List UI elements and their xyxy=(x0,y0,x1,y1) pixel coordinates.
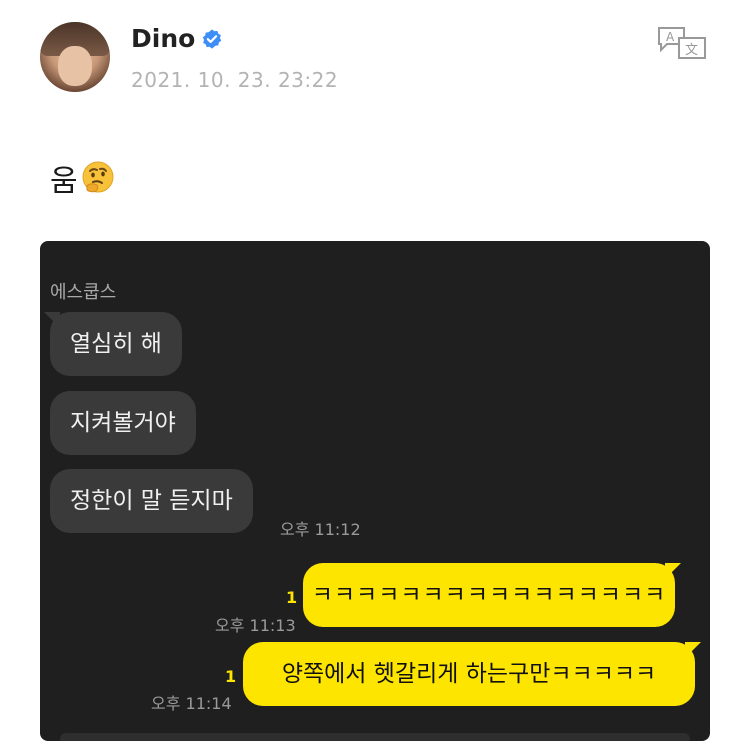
post-timestamp: 2021. 10. 23. 23:22 xyxy=(131,68,339,92)
avatar-face xyxy=(58,46,92,86)
incoming-message-bubble: 지켜볼거야 xyxy=(50,391,196,455)
svg-text:文: 文 xyxy=(685,43,698,58)
post-text: 움 xyxy=(50,164,78,199)
chat-input-bar-edge xyxy=(60,733,690,741)
chat-screenshot-image[interactable]: 에스쿱스 열심히 해 지켜볼거야 정한이 말 듣지마 오후 11:12 1 오후… xyxy=(40,241,710,741)
outgoing-message-bubble: ㅋㅋㅋㅋㅋㅋㅋㅋㅋㅋㅋㅋㅋㅋㅋㅋ xyxy=(303,563,675,627)
author-name[interactable]: Dino xyxy=(131,24,195,53)
svg-text:A: A xyxy=(666,30,675,44)
outgoing-message-time: 오후 11:13 xyxy=(215,616,296,635)
outgoing-message-time: 오후 11:14 xyxy=(151,694,232,713)
unread-count: 1 xyxy=(225,667,237,686)
thinking-face-icon xyxy=(82,161,114,193)
incoming-message-bubble: 정한이 말 듣지마 xyxy=(50,469,253,533)
author-name-row[interactable]: Dino xyxy=(131,24,223,53)
incoming-message-time: 오후 11:12 xyxy=(280,520,361,539)
unread-count: 1 xyxy=(286,588,298,607)
verified-badge-icon xyxy=(203,28,222,49)
outgoing-message-bubble: 양쪽에서 헷갈리게 하는구만ㅋㅋㅋㅋㅋ xyxy=(243,642,695,706)
chat-sender-name: 에스쿱스 xyxy=(50,282,117,303)
translate-icon[interactable]: A 文 xyxy=(657,26,707,60)
author-avatar[interactable] xyxy=(40,22,110,92)
incoming-message-bubble: 열심히 해 xyxy=(50,312,182,376)
post-body: 움 xyxy=(50,156,116,200)
